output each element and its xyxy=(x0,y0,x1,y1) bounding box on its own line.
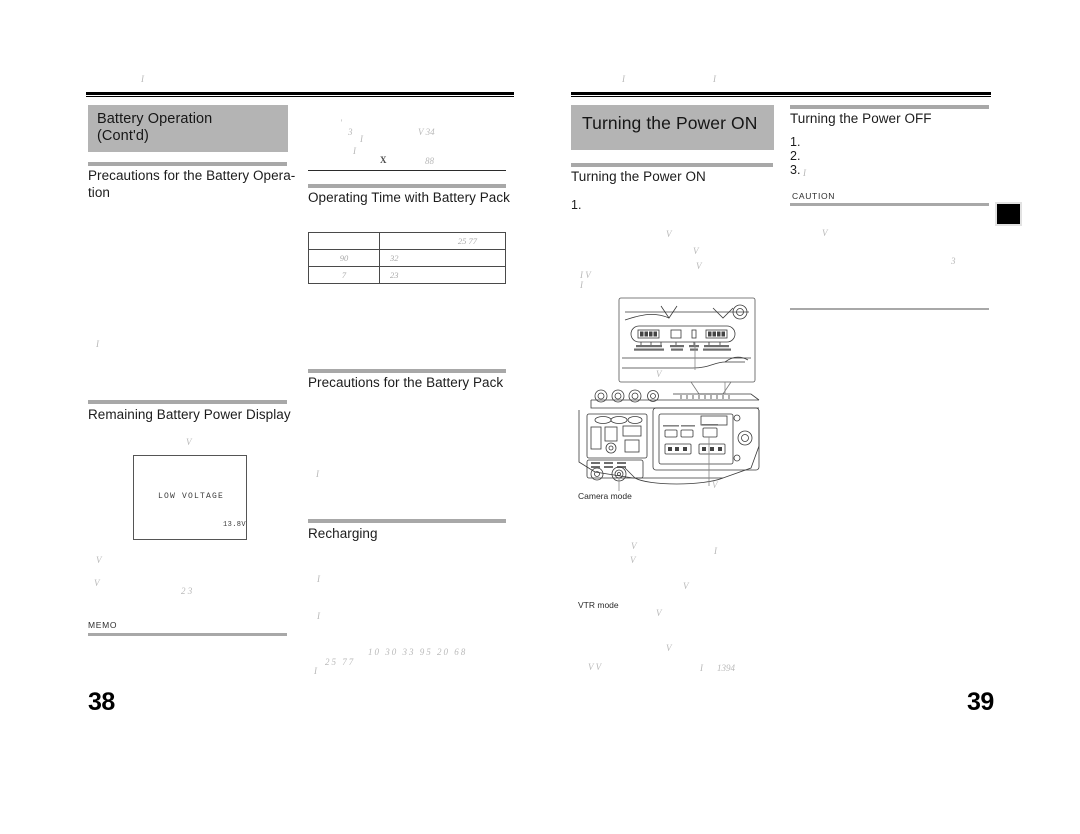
viewfinder-label-fragment: V xyxy=(186,437,192,447)
operating-time-table: 25 77 90 32 7 23 xyxy=(308,232,506,284)
left-section-rule-1 xyxy=(88,162,287,166)
table-row: 25 77 xyxy=(308,232,506,250)
mid-ghost-f: X xyxy=(380,155,387,165)
right-ghost-a: V xyxy=(666,229,672,239)
right-ghost-d: I V xyxy=(580,270,591,280)
mid-ghost-j: I xyxy=(317,611,320,621)
mid-section-rule-1 xyxy=(308,184,506,188)
right-page-title-band: Turning the Power ON xyxy=(571,105,774,150)
mid-ghost-e: V 34 xyxy=(418,127,435,137)
right-ghost-c: V xyxy=(696,261,702,271)
left-running-head-fragment: I xyxy=(141,74,144,84)
left-page-title-band: Battery Operation (Cont'd) xyxy=(88,105,288,152)
mid-ghost-l: 25 77 xyxy=(325,657,356,667)
viewfinder-low-voltage-text: LOW VOLTAGE xyxy=(158,492,225,501)
table-cell: 90 xyxy=(308,249,380,267)
camcorder-figure xyxy=(573,296,778,492)
mid-ghost-m: I xyxy=(314,666,317,676)
right-col-ghost-c: 3 xyxy=(951,256,956,266)
left-ghost-4: 2 3 xyxy=(181,586,193,596)
right-ghost-p: 1394 xyxy=(717,663,735,673)
step-number-off-1: 1. xyxy=(790,135,801,149)
section-heading-operating-time: Operating Time with Battery Pack xyxy=(308,190,510,205)
right-ghost-o: I xyxy=(700,663,703,673)
table-cell: 25 77 xyxy=(379,232,506,250)
caution-bottom-rule xyxy=(790,308,989,310)
left-section-rule-2 xyxy=(88,400,287,404)
table-cell: 32 xyxy=(379,249,506,267)
memo-label: MEMO xyxy=(88,620,118,630)
right-ghost-b: V xyxy=(693,246,699,256)
right-page-top-rule xyxy=(571,92,991,97)
right-ghost-h: V xyxy=(631,541,637,551)
viewfinder-voltage-readout: 13.8V xyxy=(223,521,247,529)
right-page-number: 39 xyxy=(967,688,994,716)
mid-ghost-k: 10 30 33 95 20 68 xyxy=(368,647,468,657)
mid-ghost-g: 88 xyxy=(425,156,434,166)
caution-label: CAUTION xyxy=(792,191,836,201)
right-col-section-rule xyxy=(790,105,989,109)
figure-caption-vtr-mode: VTR mode xyxy=(578,600,619,610)
right-ghost-g: V xyxy=(712,480,718,490)
right-left-col-section-rule xyxy=(571,163,773,167)
table-cell xyxy=(308,232,380,250)
caution-rule xyxy=(790,203,989,206)
mid-ghost-b: 3 xyxy=(348,127,353,137)
memo-rule xyxy=(88,633,287,636)
mid-ghost-c: I xyxy=(360,134,363,144)
mid-hairline-rule xyxy=(308,170,506,171)
left-page-number: 38 xyxy=(88,688,115,716)
table-cell: 7 xyxy=(308,266,380,284)
mid-ghost-d: I xyxy=(353,146,356,156)
left-ghost-1: I xyxy=(96,339,99,349)
right-running-head-fragment-1: I xyxy=(622,74,625,84)
step-number-off-3: 3. xyxy=(790,163,801,177)
right-col-ghost-b: V xyxy=(822,228,828,238)
section-heading-precautions-operation: Precautions for the Battery Opera- tion xyxy=(88,168,296,200)
left-ghost-2: V xyxy=(96,555,102,565)
right-ghost-k: V xyxy=(683,581,689,591)
right-ghost-i: V xyxy=(630,555,636,565)
table-row: 90 32 xyxy=(308,249,506,267)
mid-ghost-i: I xyxy=(317,574,320,584)
right-ghost-j: I xyxy=(714,546,717,556)
camcorder-line-drawing xyxy=(578,297,760,492)
section-heading-remaining-battery: Remaining Battery Power Display xyxy=(88,407,291,422)
table-row: 7 23 xyxy=(308,266,506,284)
section-heading-turning-power-off: Turning the Power OFF xyxy=(790,111,932,126)
right-ghost-l: V xyxy=(656,608,662,618)
right-ghost-n: V V xyxy=(588,662,602,672)
right-ghost-e: I xyxy=(580,280,583,290)
figure-caption-camera-mode: Camera mode xyxy=(578,491,632,501)
section-heading-recharging: Recharging xyxy=(308,526,378,541)
right-running-head-fragment-2: I xyxy=(713,74,716,84)
right-page-title-text: Turning the Power ON xyxy=(582,113,758,133)
mid-section-rule-2 xyxy=(308,369,506,373)
section-heading-turning-power-on: Turning the Power ON xyxy=(571,169,706,184)
left-ghost-3: V xyxy=(94,578,100,588)
left-page-title-text: Battery Operation (Cont'd) xyxy=(97,111,213,144)
manual-page-spread: I Battery Operation (Cont'd) Precautions… xyxy=(0,0,1080,834)
edge-tab-marker xyxy=(995,202,1022,226)
step-number-on-1: 1. xyxy=(571,198,582,212)
section-heading-precautions-pack: Precautions for the Battery Pack xyxy=(308,375,504,390)
mid-section-rule-3 xyxy=(308,519,506,523)
right-ghost-m: V xyxy=(666,643,672,653)
left-page-top-rule xyxy=(86,92,514,97)
right-col-ghost-a: I xyxy=(803,168,806,178)
mid-ghost-a: ' xyxy=(340,118,342,128)
step-number-off-2: 2. xyxy=(790,149,801,163)
mid-ghost-h: I xyxy=(316,469,319,479)
right-ghost-f: V xyxy=(656,369,662,379)
table-cell: 23 xyxy=(379,266,506,284)
